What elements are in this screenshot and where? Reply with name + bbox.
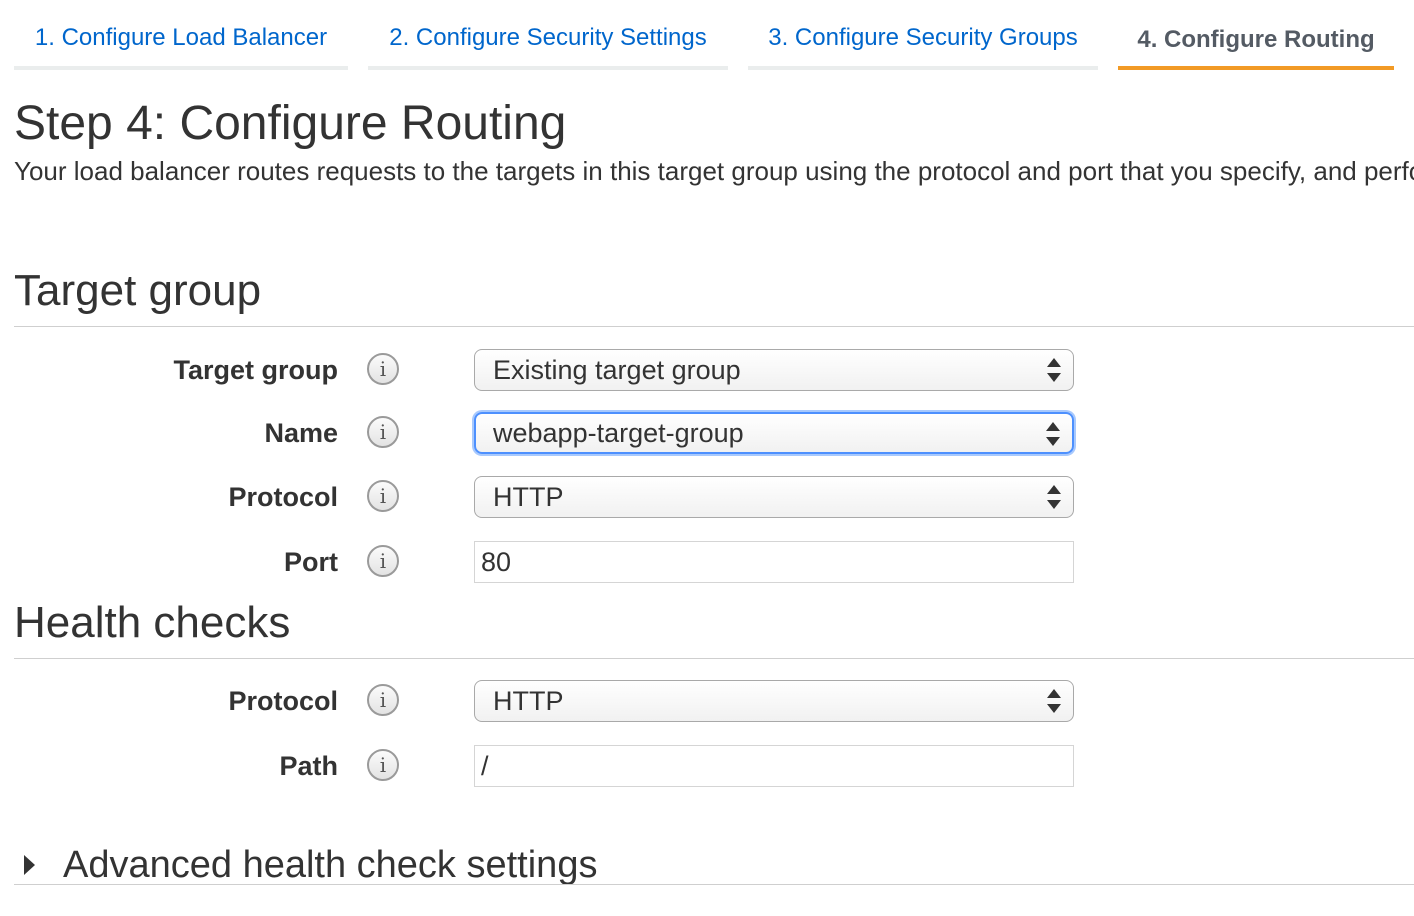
caret-right-icon xyxy=(24,855,35,875)
protocol-label: Protocol xyxy=(228,482,338,512)
target-group-select[interactable]: Existing target group xyxy=(474,349,1074,391)
page-description: Your load balancer routes requests to th… xyxy=(14,156,1414,186)
target-group-label: Target group xyxy=(173,355,339,385)
tab-configure-routing[interactable]: 4. Configure Routing xyxy=(1118,0,1394,70)
name-select[interactable]: webapp-target-group xyxy=(474,412,1074,454)
select-arrows-icon xyxy=(1046,422,1060,446)
section-divider xyxy=(14,326,1414,327)
health-check-protocol-select[interactable]: HTTP xyxy=(474,680,1074,722)
port-input[interactable] xyxy=(474,541,1074,583)
select-arrows-icon xyxy=(1047,689,1061,713)
tab-configure-security-settings[interactable]: 2. Configure Security Settings xyxy=(368,0,728,70)
select-arrows-icon xyxy=(1047,485,1061,509)
select-arrows-icon xyxy=(1047,358,1061,382)
name-label: Name xyxy=(264,418,338,448)
protocol-select[interactable]: HTTP xyxy=(474,476,1074,518)
advanced-health-check-toggle[interactable]: Advanced health check settings xyxy=(24,840,597,890)
section-divider xyxy=(14,884,1414,885)
target-group-section-title: Target group xyxy=(14,266,262,315)
tab-configure-security-groups[interactable]: 3. Configure Security Groups xyxy=(748,0,1098,70)
info-icon[interactable]: i xyxy=(367,684,399,716)
info-icon[interactable]: i xyxy=(367,545,399,577)
health-checks-section-title: Health checks xyxy=(14,598,291,647)
health-check-path-input[interactable] xyxy=(474,745,1074,787)
health-check-protocol-label: Protocol xyxy=(228,686,338,716)
health-check-path-row: Path i xyxy=(0,745,1100,789)
port-label: Port xyxy=(284,547,338,577)
name-row: Name i webapp-target-group xyxy=(0,412,1100,456)
health-check-protocol-row: Protocol i HTTP xyxy=(0,680,1100,724)
info-icon[interactable]: i xyxy=(367,480,399,512)
advanced-health-check-label: Advanced health check settings xyxy=(63,843,598,886)
target-group-row: Target group i Existing target group xyxy=(0,349,1100,393)
info-icon[interactable]: i xyxy=(367,353,399,385)
info-icon[interactable]: i xyxy=(367,749,399,781)
info-icon[interactable]: i xyxy=(367,416,399,448)
health-check-path-label: Path xyxy=(279,751,338,781)
protocol-row: Protocol i HTTP xyxy=(0,476,1100,520)
page-title: Step 4: Configure Routing xyxy=(14,97,567,150)
port-row: Port i xyxy=(0,541,1100,585)
tab-configure-load-balancer[interactable]: 1. Configure Load Balancer xyxy=(14,0,348,70)
section-divider xyxy=(14,658,1414,659)
